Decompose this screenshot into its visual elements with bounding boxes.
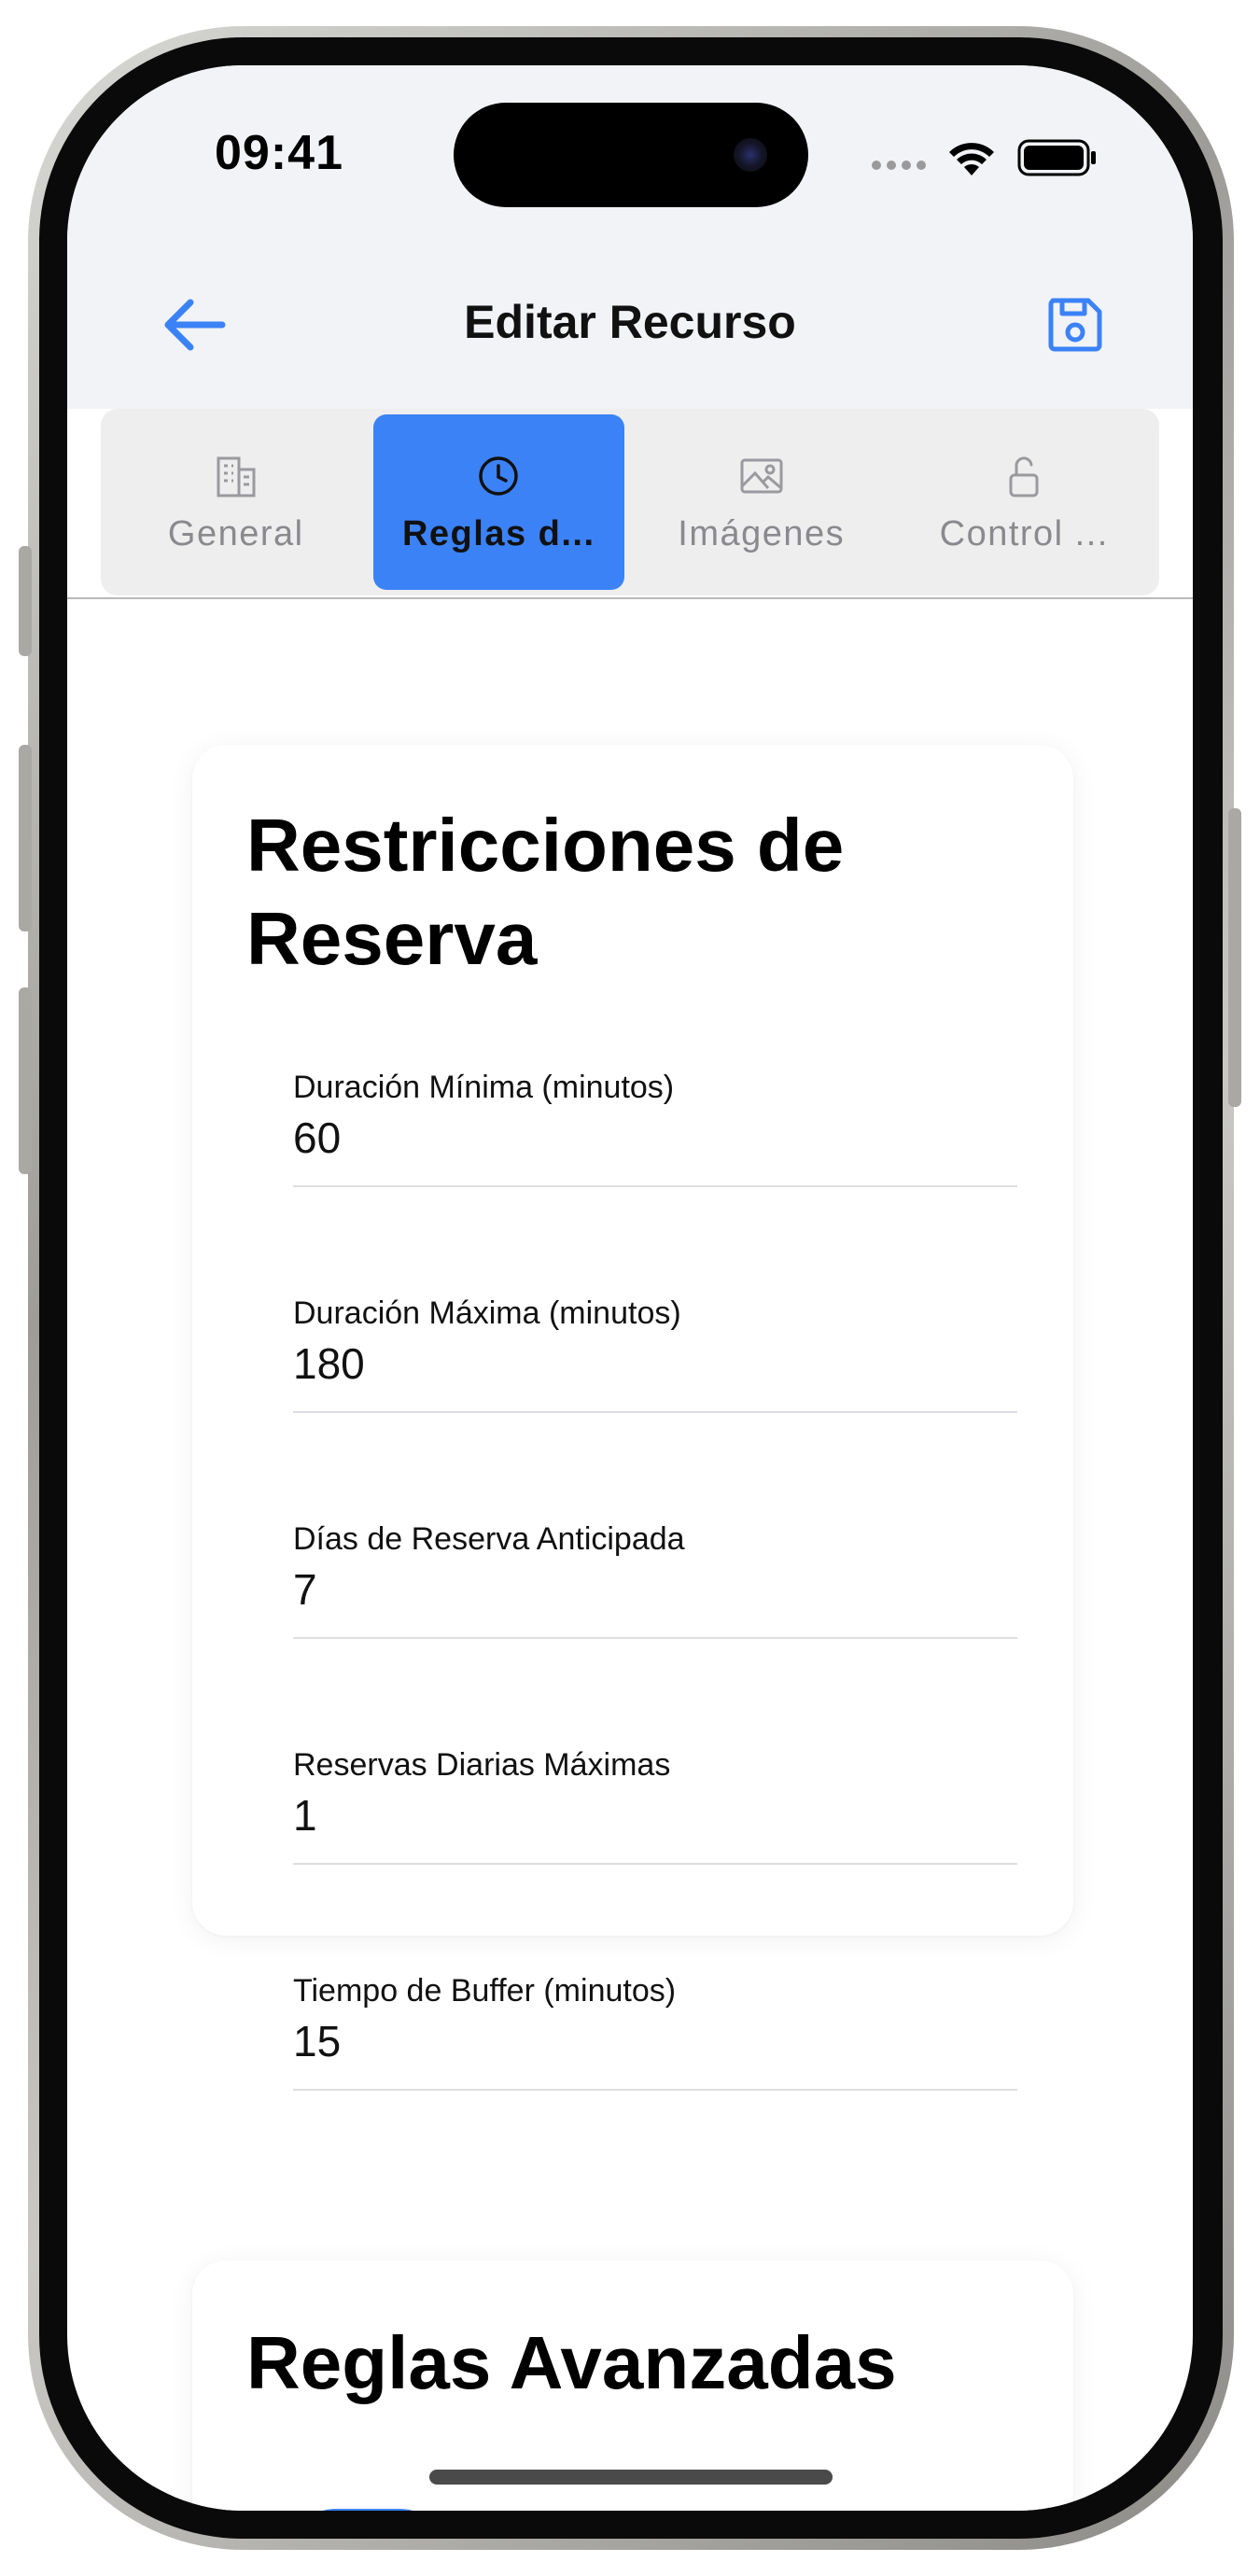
field-label: Duración Máxima (minutos) [293,1295,681,1331]
header-area: 09:41 Editar Recurso [67,65,1193,409]
dynamic-island [454,103,808,207]
field-label: Tiempo de Buffer (minutos) [293,1973,677,2009]
field-underline [293,1637,1017,1639]
wifi-icon [949,143,994,175]
booking-restrictions-card: Restricciones de Reserva Duración Mínima… [192,745,1073,2091]
min-duration-input[interactable] [293,1113,1017,1163]
clock-icon [479,455,518,496]
advance-days-field: Días de Reserva Anticipada [293,1521,1017,1680]
power-button [1228,808,1241,1107]
image-icon [740,458,783,493]
volume-up-button [19,745,32,931]
field-underline [293,2089,1017,2091]
page-title: Editar Recurso [464,296,796,348]
tab-general[interactable]: General [110,414,362,590]
tab-access-control[interactable]: Control ... [899,414,1151,590]
advance-days-input[interactable] [293,1564,1017,1615]
section-title: Restricciones de Reserva [246,804,845,980]
buffer-time-input[interactable] [293,2016,1017,2066]
field-underline [293,1185,1017,1187]
tab-label: Control ... [939,513,1109,553]
divider [67,597,1193,599]
field-label: Reservas Diarias Máximas [293,1747,671,1783]
save-icon[interactable] [1042,291,1109,358]
field-label: Días de Reserva Anticipada [293,1521,685,1557]
max-daily-bookings-field: Reservas Diarias Máximas [293,1747,1017,1906]
max-duration-input[interactable] [293,1338,1017,1389]
field-label: Duración Mínima (minutos) [293,1070,675,1105]
tab-bar: General Reglas d... Imágenes Control ... [101,409,1159,595]
tab-rules[interactable]: Reglas d... [372,414,624,590]
advanced-rule-toggle[interactable] [293,2509,442,2511]
battery-icon [1017,139,1096,176]
tab-label: Reglas d... [401,513,595,553]
tab-label: Imágenes [678,513,846,553]
building-icon [217,456,256,497]
tab-label: General [167,513,304,553]
tab-images[interactable]: Imágenes [636,414,888,590]
min-duration-field: Duración Mínima (minutos) [293,1070,1017,1228]
camera-icon [734,138,767,172]
screen: 09:41 Editar Recurso General Reglas d...… [67,65,1193,2511]
field-underline [293,1411,1017,1413]
action-button [19,546,32,656]
buffer-time-field: Tiempo de Buffer (minutos) [293,1973,1017,2132]
home-indicator[interactable] [429,2470,833,2485]
max-duration-field: Duración Máxima (minutos) [293,1295,1017,1454]
max-daily-bookings-input[interactable] [293,1790,1017,1841]
volume-down-button [19,987,32,1174]
section-title: Reglas Avanzadas [246,2321,897,2404]
unlock-icon [1009,455,1039,497]
cellular-signal-icon [872,161,926,170]
status-time: 09:41 [215,126,343,180]
field-underline [293,1863,1017,1865]
